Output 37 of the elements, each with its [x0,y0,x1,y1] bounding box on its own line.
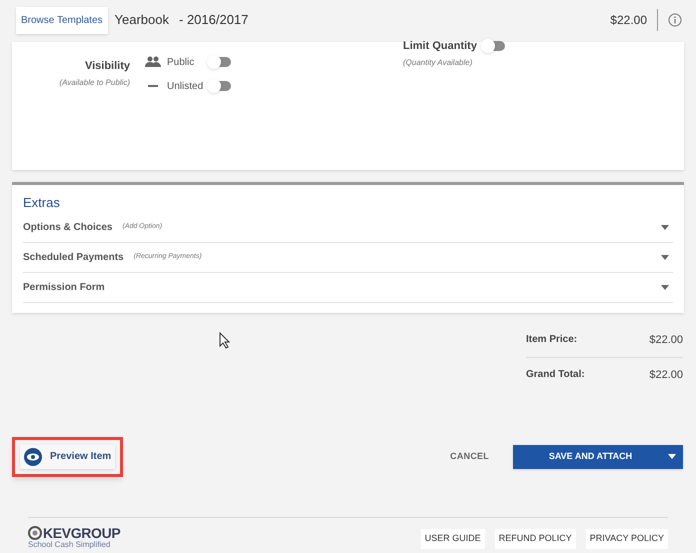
toggle-switch[interactable] [209,57,231,67]
total-value: $22.00 [649,332,683,348]
company-logo: KEVGROUP [43,526,120,540]
footer-link[interactable]: PRIVACY POLICY [586,529,668,548]
accordion-row[interactable]: Permission Form [23,272,673,302]
accordion-label: Scheduled Payments [23,250,124,264]
accordion-label: Permission Form [23,280,105,294]
eye-icon [24,448,42,466]
save-and-attach-button[interactable]: SAVE AND ATTACH [513,444,683,468]
cancel-button[interactable]: CANCEL [450,450,489,464]
footer-link[interactable]: REFUND POLICY [494,529,576,548]
visibility-option-label: Unlisted [167,80,204,94]
caret-down-icon[interactable] [668,454,676,459]
visibility-hint: (Available to Public) [59,76,130,88]
mouse-pointer-icon [219,332,231,349]
header-price: $22.00 [610,12,647,29]
total-label: Item Price: [526,332,578,346]
toggle-switch[interactable] [209,81,231,91]
info-icon[interactable] [668,13,682,27]
toggle-switch[interactable] [482,41,505,52]
visibility-label: Visibility [84,59,130,74]
people-icon [145,56,161,68]
extras-heading: Extras [23,194,61,212]
browse-templates-button[interactable]: Browse Templates [16,6,108,34]
limit-quantity-hint: (Quantity Available) [403,56,474,68]
footer-link[interactable]: USER GUIDE [420,529,485,548]
item-year: - 2016/2017 [179,11,248,30]
limit-quantity-label: Limit Quantity [403,39,477,54]
logo-swirl-icon [28,526,42,540]
total-label: Grand Total: [526,368,585,382]
total-value: $22.00 [649,368,683,383]
logo-tagline: School Cash Simplified [28,540,112,548]
dash-icon [148,85,158,87]
item-title: Yearbook [114,11,169,30]
visibility-option-label: Public [167,56,196,70]
preview-item-button[interactable]: Preview Item [20,444,116,468]
accordion-label: Options & Choices [23,220,112,234]
